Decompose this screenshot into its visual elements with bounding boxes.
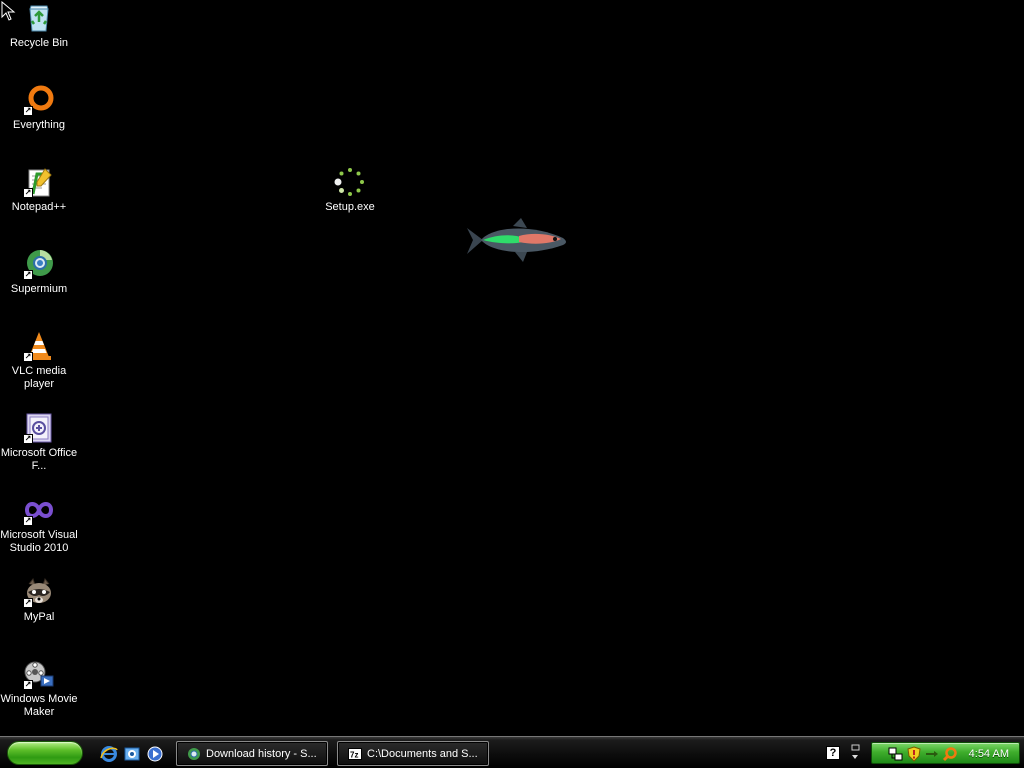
taskbar-button-label: C:\Documents and S... — [367, 747, 478, 760]
shortcut-arrow-icon: ↗ — [23, 516, 33, 526]
desktop-icon-notepad-plus-plus[interactable]: ↗ Notepad++ — [0, 166, 78, 214]
system-tray: 4:54 AM — [871, 742, 1020, 764]
fish-image — [467, 218, 566, 262]
taskbar-button-label: Download history - S... — [206, 747, 317, 760]
shortcut-arrow-icon: ↗ — [23, 106, 33, 116]
desktop-icon-mypal[interactable]: ↗ MyPal — [0, 576, 78, 624]
desktop-icon-supermium[interactable]: ↗ Supermium — [0, 248, 78, 296]
desktop-icon-label: Microsoft Visual Studio 2010 — [0, 529, 78, 554]
arrow-icon[interactable] — [924, 746, 940, 762]
desktop-icon-label: Windows Movie Maker — [0, 693, 78, 718]
desktop-icon-label: Notepad++ — [11, 201, 67, 213]
shortcut-arrow-icon: ↗ — [23, 270, 33, 280]
desktop-icon-vlc[interactable]: ↗ VLC media player — [0, 330, 78, 391]
desktop[interactable]: Recycle Bin ↗ Everything ↗ Notepad++ ↗ S… — [0, 0, 1024, 736]
office-file-icon: ↗ — [23, 412, 55, 444]
network-icon[interactable] — [888, 746, 904, 762]
notepad-plus-plus-icon: ↗ — [23, 166, 55, 198]
security-shield-icon[interactable] — [906, 746, 922, 762]
mypal-raccoon-icon: ↗ — [23, 576, 55, 608]
taskbar-button-documents-folder[interactable]: 7z C:\Documents and S... — [337, 741, 489, 766]
desktop-icon-visual-studio[interactable]: ↗ Microsoft Visual Studio 2010 — [0, 494, 78, 555]
quicklaunch-media-player[interactable] — [146, 745, 164, 763]
supermium-browser-icon: ↗ — [23, 248, 55, 280]
desktop-icon-movie-maker[interactable]: ↗ Windows Movie Maker — [0, 658, 78, 719]
desktop-icon-label: VLC media player — [11, 365, 67, 390]
chevron-down-icon[interactable] — [849, 744, 861, 762]
desktop-icon-label: Microsoft Office F... — [0, 447, 78, 472]
desktop-icon-label: Supermium — [10, 283, 68, 295]
desktop-icon-microsoft-office[interactable]: ↗ Microsoft Office F... — [0, 412, 78, 473]
desktop-icon-setup-exe[interactable]: Setup.exe — [311, 166, 389, 214]
show-desktop-icon — [124, 747, 140, 761]
start-button[interactable] — [7, 741, 83, 765]
shortcut-arrow-icon: ↗ — [23, 434, 33, 444]
taskbar-button-download-history[interactable]: Download history - S... — [176, 741, 328, 766]
shortcut-arrow-icon: ↗ — [23, 598, 33, 608]
quicklaunch-show-desktop[interactable] — [123, 745, 141, 763]
desktop-icon-recycle-bin[interactable]: Recycle Bin — [0, 2, 78, 50]
desktop-icon-label: Everything — [13, 119, 65, 131]
shortcut-arrow-icon: ↗ — [23, 188, 33, 198]
media-player-icon — [147, 746, 163, 762]
taskbar: Download history - S... 7z C:\Documents … — [0, 736, 1024, 768]
browser-icon — [187, 747, 201, 761]
desktop-icon-everything[interactable]: ↗ Everything — [0, 84, 78, 132]
desktop-icon-label: Setup.exe — [325, 201, 375, 213]
vlc-cone-icon: ↗ — [23, 330, 55, 362]
recycle-bin-icon — [23, 2, 55, 34]
help-icon[interactable]: ? — [826, 746, 840, 760]
everything-search-icon: ↗ — [23, 84, 55, 116]
desktop-icon-label: Recycle Bin — [9, 37, 69, 49]
movie-maker-icon: ↗ — [23, 658, 55, 690]
search-tray-icon[interactable] — [942, 746, 958, 762]
shortcut-arrow-icon: ↗ — [23, 680, 33, 690]
svg-text:7z: 7z — [350, 750, 358, 759]
internet-explorer-icon — [100, 746, 118, 762]
7zip-icon: 7z — [348, 747, 362, 761]
quicklaunch-internet-explorer[interactable] — [100, 745, 118, 763]
clock[interactable]: 4:54 AM — [969, 747, 1009, 761]
visual-studio-icon: ↗ — [23, 494, 55, 526]
shortcut-arrow-icon: ↗ — [23, 352, 33, 362]
desktop-icon-label: MyPal — [23, 611, 55, 623]
loading-spinner-icon — [334, 166, 366, 198]
